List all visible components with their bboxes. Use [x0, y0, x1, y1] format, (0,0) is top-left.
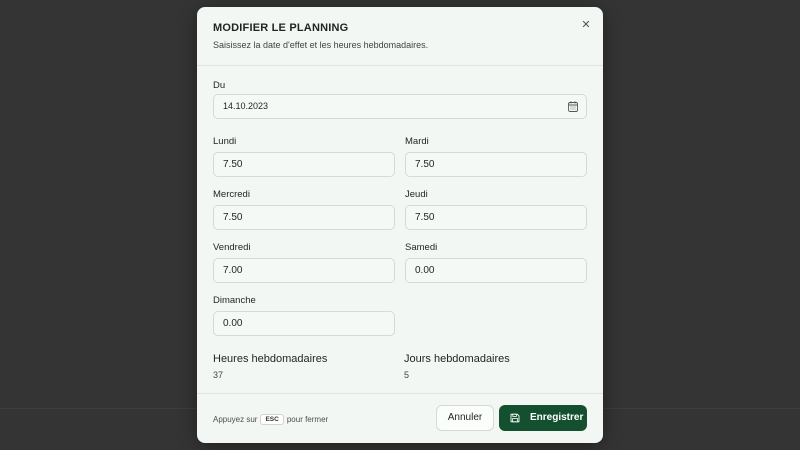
edit-schedule-dialog: MODIFIER LE PLANNING Saisissez la date d…	[197, 7, 603, 443]
saturday-label: Samedi	[405, 242, 438, 253]
esc-key: ESC	[260, 414, 284, 425]
calendar-icon[interactable]	[568, 101, 578, 112]
tuesday-input[interactable]: 7.50	[405, 152, 587, 177]
friday-input[interactable]: 7.00	[213, 258, 395, 283]
hint-prefix: Appuyez sur	[213, 415, 258, 424]
thursday-input[interactable]: 7.50	[405, 205, 587, 230]
cancel-button[interactable]: Annuler	[436, 405, 494, 431]
friday-label: Vendredi	[213, 242, 251, 253]
keyboard-hint: Appuyez sur ESC pour fermer	[213, 414, 328, 425]
save-button[interactable]: Enregistrer	[499, 405, 587, 431]
date-input[interactable]: 14.10.2023	[213, 94, 587, 119]
monday-input[interactable]: 7.50	[213, 152, 395, 177]
dialog-header: MODIFIER LE PLANNING Saisissez la date d…	[197, 7, 603, 66]
date-value: 14.10.2023	[223, 101, 269, 111]
saturday-input[interactable]: 0.00	[405, 258, 587, 283]
weekly-days-label: Jours hebdomadaires	[404, 353, 510, 365]
dialog-subtitle: Saisissez la date d'effet et les heures …	[213, 40, 429, 50]
tuesday-label: Mardi	[405, 136, 429, 147]
weekly-hours-label: Heures hebdomadaires	[213, 353, 328, 365]
wednesday-input[interactable]: 7.50	[213, 205, 395, 230]
weekly-days-value: 5	[404, 370, 410, 380]
thursday-label: Jeudi	[405, 189, 428, 200]
dialog-footer: Appuyez sur ESC pour fermer Annuler Enregi…	[197, 393, 603, 443]
date-label: Du	[213, 80, 226, 91]
save-button-label: Enregistrer	[530, 412, 584, 423]
save-icon	[510, 413, 520, 423]
close-icon[interactable]: ✕	[579, 18, 593, 32]
sunday-label: Dimanche	[213, 295, 256, 306]
weekly-hours-value: 37	[213, 370, 224, 380]
sunday-input[interactable]: 0.00	[213, 311, 395, 336]
wednesday-label: Mercredi	[213, 189, 250, 200]
dialog-title: MODIFIER LE PLANNING	[213, 22, 349, 34]
monday-label: Lundi	[213, 136, 237, 147]
hint-suffix: pour fermer	[286, 415, 329, 424]
